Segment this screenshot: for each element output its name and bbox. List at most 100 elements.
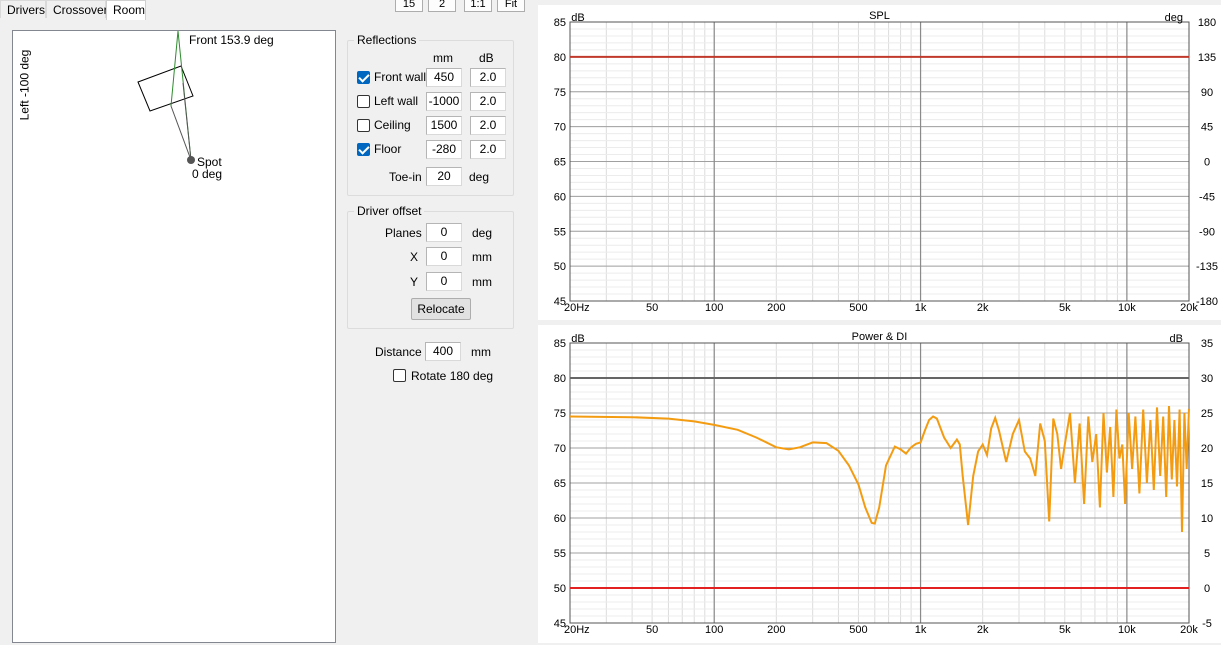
left-wall-mm-input[interactable]: -1000 [426,92,462,111]
x-tick-label: 10k [1118,624,1136,636]
x-offset-unit: mm [472,250,492,264]
y-tick-label: 50 [554,583,566,595]
y-tick-label: 65 [554,157,566,169]
y-tick-label: 50 [554,261,566,273]
power-di-chart[interactable]: 85807570656055504535302520151050-520Hz 50… [538,325,1221,643]
x-tick-label: 20k [1180,302,1198,314]
left-wall-db-input[interactable]: 2.0 [470,92,506,111]
y2-tick-label: 25 [1201,408,1213,420]
distance-label: Distance [375,345,422,359]
x-tick-label: 20k [1180,624,1198,636]
distance-unit: mm [471,345,491,359]
toe-in-label: Toe-in [389,170,422,184]
y-tick-label: 55 [554,226,566,238]
floor-mm-input[interactable]: -280 [426,140,462,159]
y-axis-unit-label: dB [571,12,584,24]
y2-tick-label: 5 [1204,548,1210,560]
x-tick-label: 200 [767,302,785,314]
x-tick-label: 100 [705,624,723,636]
floor-db-input[interactable]: 2.0 [470,140,506,159]
front-wall-mm-input[interactable]: 450 [426,68,462,87]
y2-axis-unit-label: deg [1165,12,1183,24]
y2-axis-unit-label: dB [1170,333,1183,345]
x-tick-label: 20Hz [564,624,590,636]
y2-tick-label: 15 [1201,478,1213,490]
zoom-2-button[interactable]: 2 [428,0,456,12]
front-wall-label: Front wall [374,70,427,84]
tab-crossover[interactable]: Crossover [46,0,108,18]
y2-tick-label: -180 [1196,296,1218,308]
floor-label: Floor [374,142,402,156]
room-diagram[interactable]: Front 153.9 deg Left -100 deg Spot 0 deg [12,30,336,643]
ceiling-db-input[interactable]: 2.0 [470,116,506,135]
ceiling-label: Ceiling [374,118,411,132]
toe-in-input[interactable]: 20 [426,167,462,186]
left-wall-label: Left wall [374,94,419,108]
y2-tick-label: -90 [1199,226,1215,238]
relocate-button[interactable]: Relocate [411,298,471,320]
room-diagram-svg [137,30,195,164]
spl-graph-panel[interactable]: 85 80 75 70 65 60 55 50 45 180 135 90 45 0 -45 -90 -135-… [538,5,1221,320]
x-tick-label: 2k [977,624,989,636]
planes-unit: deg [472,226,493,240]
power-di-graph-panel[interactable]: 85 80 75 70 65 60 55 50 45 35 30 25 20 15 10 5 0 -5 20Hz 50… [538,325,1221,643]
y-tick-label: 70 [554,443,566,455]
y2-tick-label: -5 [1202,618,1212,630]
y-offset-unit: mm [472,275,492,289]
y-tick-label: 85 [554,338,566,350]
y2-tick-label: -135 [1196,261,1218,273]
x-tick-label: 200 [767,624,785,636]
front-angle-label: Front 153.9 deg [189,33,274,47]
y-tick-label: 55 [554,548,566,560]
y-offset-input[interactable]: 0 [426,272,462,291]
x-tick-label: 100 [705,302,723,314]
zoom-15-button[interactable]: 15 [395,0,423,12]
y-tick-label: 75 [554,408,566,420]
x-offset-label: X [410,250,419,264]
y2-tick-label: 45 [1201,122,1213,134]
y2-tick-label: 180 [1198,17,1216,29]
front-wall-db-input[interactable]: 2.0 [470,68,506,87]
y2-tick-label: 35 [1201,338,1213,350]
planes-input[interactable]: 0 [426,223,462,242]
tab-room[interactable]: Room [106,0,146,20]
x-tick-label: 500 [849,302,867,314]
rotate-180-checkbox[interactable] [393,369,406,382]
spl-chart[interactable]: 85807570656055504518013590450-45-90-135-… [538,5,1221,320]
y-offset-label: Y [410,275,419,289]
y-tick-label: 60 [554,191,566,203]
x-tick-label: 10k [1118,302,1136,314]
driver-offset-title: Driver offset [354,204,425,218]
toe-in-unit: deg [469,170,490,184]
x-tick-label: 50 [646,624,658,636]
floor-checkbox[interactable] [357,143,370,156]
driver-offset-group: Driver offset Planes 0 deg X 0 mm Y 0 mm… [347,204,514,329]
left-wall-checkbox[interactable] [357,95,370,108]
left-angle-label: Left -100 deg [17,49,32,121]
x-offset-input[interactable]: 0 [426,247,462,266]
planes-label: Planes [385,226,422,240]
y-tick-label: 70 [554,122,566,134]
x-tick-label: 2k [977,302,989,314]
front-wall-checkbox[interactable] [357,71,370,84]
db-column-header: dB [479,51,494,65]
ceiling-checkbox[interactable] [357,119,370,132]
y2-tick-label: 0 [1204,583,1210,595]
ceiling-mm-input[interactable]: 1500 [426,116,462,135]
tab-drivers[interactable]: Drivers [0,0,46,18]
y2-tick-label: 20 [1201,443,1213,455]
rotate-180-label: Rotate 180 deg [411,369,494,383]
y-axis-unit-label: dB [571,333,584,345]
y2-tick-label: 0 [1204,157,1210,169]
zoom-fit-button[interactable]: Fit [497,0,525,12]
y2-tick-label: 90 [1201,87,1213,99]
y-tick-label: 65 [554,478,566,490]
y-tick-label: 60 [554,513,566,525]
y-tick-label: 75 [554,87,566,99]
spot-angle-label: 0 deg [192,167,223,181]
spot-marker[interactable] [187,156,195,164]
zoom-1-1-button[interactable]: 1:1 [464,0,492,12]
x-tick-label: 1k [915,624,927,636]
y2-tick-label: -45 [1199,191,1215,203]
distance-input[interactable]: 400 [425,342,461,361]
